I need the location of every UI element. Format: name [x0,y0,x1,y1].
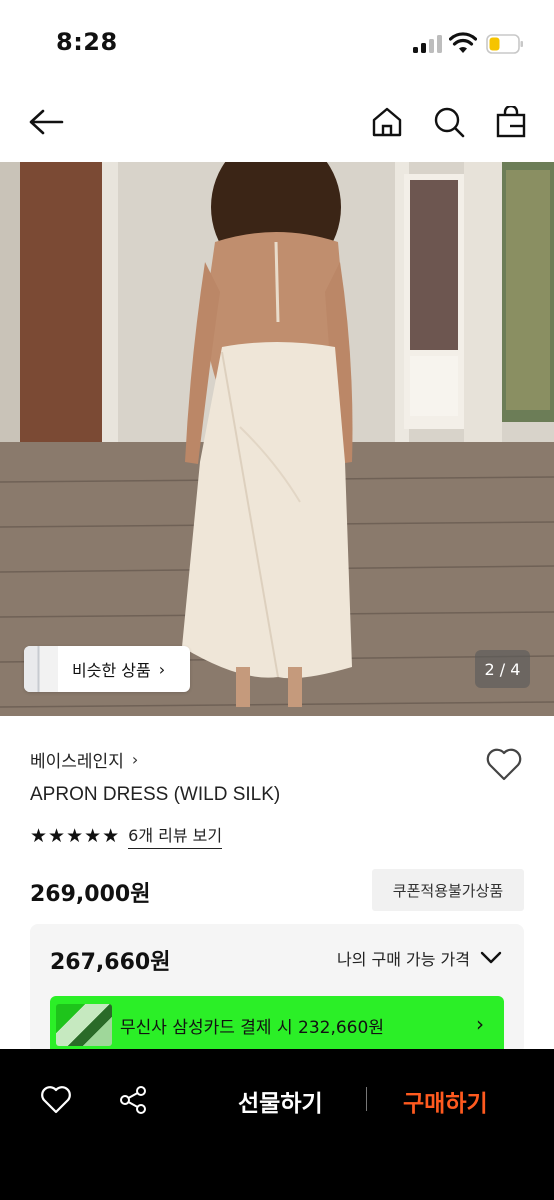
card-promo-text: 무신사 삼성카드 결제 시 232,660원 [120,1017,384,1038]
divider [366,1087,367,1111]
home-icon [372,107,402,137]
product-image-gallery[interactable]: 비슷한 상품 › 2 / 4 [0,162,554,716]
my-price-label: 나의 구매 가능 가격 [336,950,470,969]
chevron-right-icon: › [158,659,166,679]
chevron-right-icon: › [476,1012,484,1036]
battery-icon [486,34,523,54]
bottom-action-bar: 선물하기 구매하기 [0,1049,554,1200]
shopping-bag-icon [496,106,526,138]
gift-button[interactable]: 선물하기 [238,1084,323,1118]
brand-link[interactable]: 베이스레인지 › [30,747,138,772]
review-link[interactable]: 6개 리뷰 보기 [128,822,223,849]
heart-icon[interactable] [40,1085,72,1115]
similar-products-button[interactable]: 비슷한 상품 › [24,646,190,692]
my-price-toggle[interactable]: 나의 구매 가능 가격 [337,946,502,970]
coupon-unavailable-badge: 쿠폰적용불가상품 [372,869,524,911]
rating-row: ★★★★★ 6개 리뷰 보기 [30,822,223,849]
card-promo-banner[interactable]: 무신사 삼성카드 결제 시 232,660원 › [50,996,504,1054]
rating-stars: ★★★★★ [30,824,121,847]
similar-product-thumbnail [24,646,58,692]
product-name: APRON DRESS (WILD SILK) [30,784,281,805]
back-button[interactable] [22,98,70,146]
product-price: 269,000원 [30,882,151,907]
brand-name: 베이스레인지 [30,752,124,772]
gallery-page-indicator: 2 / 4 [475,650,530,688]
back-arrow-icon [29,109,64,135]
status-time: 8:28 [56,28,118,56]
search-icon [434,107,465,138]
like-heart-icon[interactable] [484,744,524,784]
home-button[interactable] [363,98,411,146]
similar-products-label: 비슷한 상품 [72,661,151,680]
credit-card-icon [56,1004,112,1046]
product-photo [0,162,554,716]
my-purchase-price: 267,660원 [50,950,171,975]
search-button[interactable] [425,98,473,146]
buy-button[interactable]: 구매하기 [403,1084,488,1118]
header-nav [0,88,554,162]
chevron-right-icon: › [131,750,139,769]
signal-icon [413,35,443,53]
cart-button[interactable] [487,98,535,146]
status-bar: 8:28 [0,0,554,88]
my-price-box: 267,660원 나의 구매 가능 가격 무신사 삼성카드 결제 시 232,6… [30,924,524,1054]
chevron-down-icon [480,951,502,964]
wifi-icon [449,32,477,53]
share-icon[interactable] [118,1085,148,1115]
